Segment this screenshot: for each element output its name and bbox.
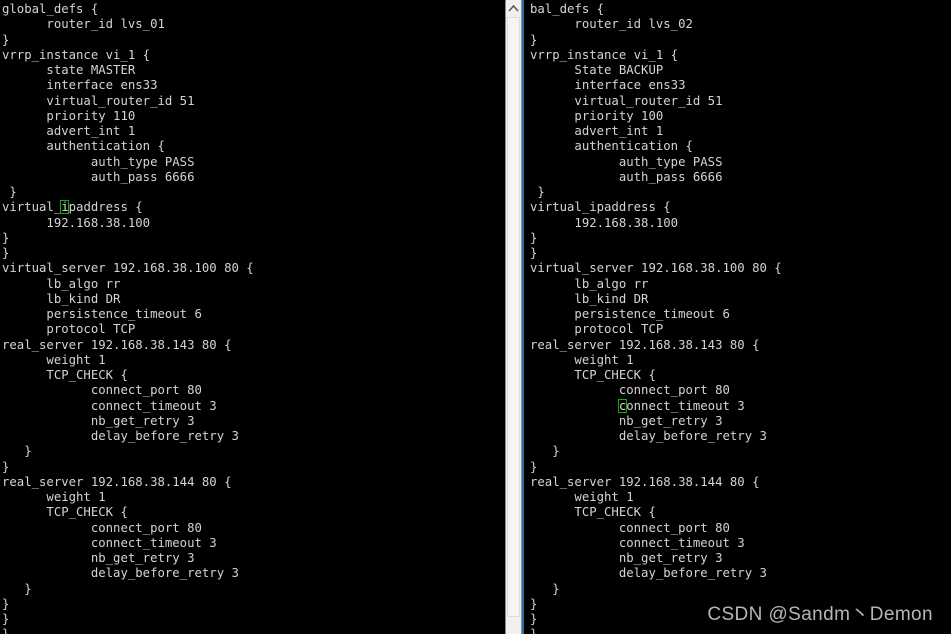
code-line: priority 100 (530, 108, 664, 123)
left-terminal-pane[interactable]: global_defs { router_id lvs_01} vrrp_inst… (0, 0, 505, 634)
code-line: TCP_CHECK { (530, 368, 656, 382)
code-line: auth_pass 6666 (2, 169, 195, 184)
code-line: nb_get_retry 3 (530, 413, 723, 428)
code-line: priority 110 (2, 108, 136, 123)
code-line: } (530, 230, 538, 245)
code-line: } (2, 444, 32, 459)
code-line: real_server 192.168.38.143 80 { (2, 337, 232, 352)
code-line: lb_algo rr (2, 276, 121, 291)
code-line: connect_port 80 (530, 520, 730, 535)
code-line: delay_before_retry 3 (530, 429, 767, 443)
code-line: router_id lvs_02 (530, 17, 693, 32)
code-line: } (2, 459, 10, 474)
code-line: advert_int 1 (530, 124, 664, 138)
code-line: nb_get_retry 3 (2, 413, 195, 428)
code-line: } (530, 444, 560, 459)
code-line: persistence_timeout 6 (2, 307, 202, 321)
code-line: State BACKUP (530, 63, 664, 77)
watermark-label: CSDN @Sandm丶Demon (707, 604, 933, 625)
code-line: } (530, 581, 560, 596)
code-line: delay_before_retry 3 (2, 429, 239, 443)
code-line: } (530, 185, 545, 199)
vertical-scrollbar[interactable] (505, 0, 522, 634)
code-line: real_server 192.168.38.143 80 { (530, 337, 760, 352)
code-line: weight 1 (530, 490, 634, 504)
text-cursor: c (617, 398, 628, 413)
code-line: connect_timeout 3 (2, 535, 217, 550)
code-line: authentication { (2, 139, 165, 154)
code-line: protocol TCP (2, 322, 136, 337)
chevron-up-icon (508, 4, 519, 12)
code-line: persistence_timeout 6 (530, 307, 730, 321)
pane-focus-border (522, 0, 524, 634)
code-line: vrrp_instance vi_1 { (530, 47, 679, 62)
left-config-text[interactable]: global_defs { router_id lvs_01} vrrp_inst… (2, 2, 254, 634)
code-line: global_defs { (2, 2, 99, 16)
code-line: } (2, 246, 10, 260)
code-line: 192.168.38.100 (530, 215, 679, 230)
code-line: auth_type PASS (530, 154, 723, 169)
code-line: virtual_ipaddress { (530, 200, 671, 215)
code-line: virtual_router_id 51 (2, 93, 195, 108)
code-line: } (2, 612, 10, 626)
code-line: 192.168.38.100 (2, 215, 151, 230)
code-line: interface ens33 (2, 78, 158, 93)
code-line: } (2, 230, 10, 245)
code-line: } (530, 459, 538, 474)
code-line: vrrp_instance vi_1 { (2, 47, 151, 62)
code-line: virtual_server 192.168.38.100 80 { (530, 261, 782, 276)
text-cursor: i (60, 200, 70, 215)
code-line: bal_defs { (530, 2, 605, 16)
code-line: advert_int 1 (2, 124, 136, 138)
code-line: connect_timeout 3 (530, 535, 745, 550)
code-line: virtual_server 192.168.38.100 80 { (2, 261, 254, 276)
code-line: authentication { (530, 139, 693, 154)
code-line: auth_type PASS (2, 154, 195, 169)
code-line: TCP_CHECK { (530, 505, 656, 520)
code-line: connect_port 80 (2, 520, 202, 535)
code-line: delay_before_retry 3 (530, 566, 767, 581)
code-line: } (2, 596, 10, 611)
code-line: } (2, 185, 17, 199)
code-line: nb_get_retry 3 (2, 551, 195, 565)
code-line: TCP_CHECK { (2, 505, 128, 520)
code-line: weight 1 (2, 490, 106, 504)
code-line: lb_algo rr (530, 276, 649, 291)
code-line: connect_port 80 (530, 383, 730, 398)
code-line: } (2, 32, 10, 47)
code-line: auth_pass 6666 (530, 169, 723, 184)
code-line: virtual_ipaddress { (2, 200, 143, 215)
code-line: } (2, 627, 254, 634)
scrollbar-thumb[interactable] (507, 17, 520, 617)
code-line: } (530, 246, 538, 260)
code-line: lb_kind DR (2, 291, 121, 306)
code-line: interface ens33 (530, 78, 686, 93)
code-line: connect_port 80 (2, 383, 202, 398)
code-line: } (530, 32, 538, 47)
code-line: weight 1 (2, 352, 106, 367)
code-line: weight 1 (530, 352, 634, 367)
right-config-text[interactable]: bal_defs { router_id lvs_02} vrrp_instanc… (530, 2, 782, 634)
code-line: lb_kind DR (530, 291, 649, 306)
code-line: connect_timeout 3 (2, 398, 217, 413)
code-line: real_server 192.168.38.144 80 { (530, 474, 760, 489)
code-line: protocol TCP (530, 322, 664, 337)
code-line: router_id lvs_01 (2, 17, 165, 32)
code-line: state MASTER (2, 63, 136, 77)
code-line: } (530, 627, 782, 634)
split-terminal-screen: global_defs { router_id lvs_01} vrrp_inst… (0, 0, 951, 634)
code-line: virtual_router_id 51 (530, 93, 723, 108)
code-line: real_server 192.168.38.144 80 { (2, 474, 232, 489)
code-line: nb_get_retry 3 (530, 551, 723, 565)
code-line: connect_timeout 3 (617, 398, 745, 413)
code-line: TCP_CHECK { (2, 368, 128, 382)
scroll-up-button[interactable] (506, 0, 521, 16)
code-line: } (2, 581, 32, 596)
right-terminal-pane[interactable]: bal_defs { router_id lvs_02} vrrp_instanc… (522, 0, 947, 634)
code-line: delay_before_retry 3 (2, 566, 239, 581)
